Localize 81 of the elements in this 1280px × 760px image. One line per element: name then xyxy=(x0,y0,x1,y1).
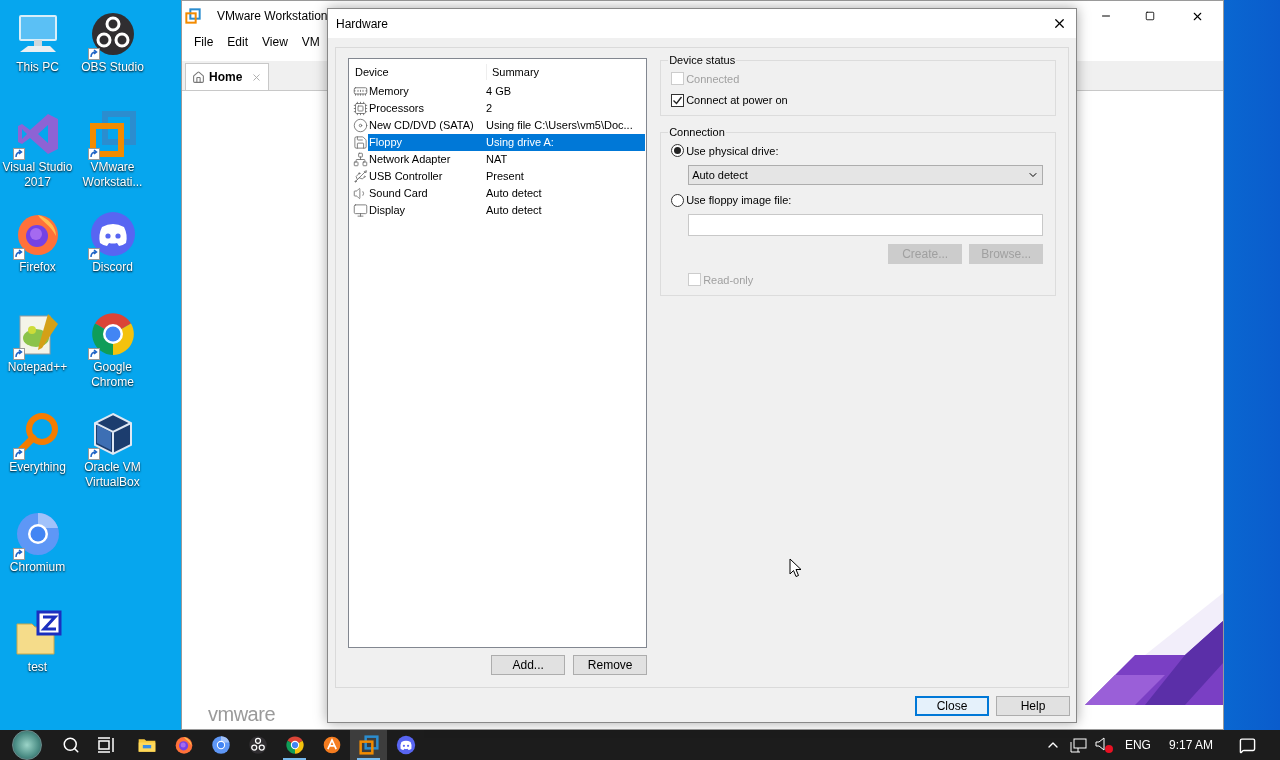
task-view-icon[interactable] xyxy=(97,737,115,753)
menu-item[interactable]: File xyxy=(194,33,214,51)
device-summary: Auto detect xyxy=(486,186,542,202)
network-icon[interactable] xyxy=(1069,737,1087,753)
dialog-button[interactable]: Add... xyxy=(491,655,566,675)
home-icon xyxy=(192,70,205,84)
dialog-button[interactable]: Help xyxy=(996,696,1070,716)
tab-label: Home xyxy=(209,69,243,86)
device-name: Processors xyxy=(368,101,426,117)
squares-icon xyxy=(358,735,379,755)
drive-dropdown[interactable]: Auto detect xyxy=(688,165,1044,185)
browser-icon xyxy=(210,735,231,755)
device-summary: NAT xyxy=(486,152,508,168)
device-name: New CD/DVD (SATA) xyxy=(368,118,475,134)
ring-icon xyxy=(247,735,268,755)
speaker-icon[interactable] xyxy=(1094,737,1107,751)
chrome-icon xyxy=(284,735,305,755)
device-row[interactable]: Floppy Using drive A: xyxy=(368,134,646,151)
game-controller-icon[interactable] xyxy=(88,210,137,258)
muted-badge-icon xyxy=(1104,745,1113,753)
device-row[interactable]: USB Controller Present xyxy=(368,168,646,185)
triangle-logo-icon xyxy=(321,735,342,755)
network-icon xyxy=(353,152,368,167)
device-summary: Using file C:\Users\vm5\Doc... xyxy=(486,118,633,134)
device-row[interactable]: Processors 2 xyxy=(368,100,646,117)
column-header[interactable]: Summary xyxy=(487,63,540,81)
device-summary: Using drive A: xyxy=(486,135,554,151)
group-title: Device status xyxy=(668,53,737,68)
fox-icon xyxy=(173,735,194,755)
device-name: USB Controller xyxy=(368,169,444,185)
chip-icon xyxy=(353,101,368,116)
menu-item[interactable]: View xyxy=(262,33,288,51)
device-summary: Auto detect xyxy=(486,203,542,219)
device-summary: Present xyxy=(486,169,524,185)
disc-icon xyxy=(353,118,368,133)
group-title: Connection xyxy=(668,125,726,140)
usb-icon xyxy=(353,169,368,184)
clock[interactable]: 9:17 AM xyxy=(1168,736,1213,754)
device-row[interactable]: Sound Card Auto detect xyxy=(368,185,646,202)
maximize-icon[interactable] xyxy=(1145,11,1155,21)
device-name: Memory xyxy=(368,84,410,100)
device-row[interactable]: New CD/DVD (SATA) Using file C:\Users\vm5\Doc... xyxy=(368,117,646,134)
device-summary: 4 GB xyxy=(486,84,512,100)
dialog-button[interactable]: Remove xyxy=(573,655,648,675)
monitor-icon xyxy=(353,203,368,218)
column-header[interactable]: Device xyxy=(353,63,487,81)
running-indicator xyxy=(283,758,306,760)
tab[interactable]: Home xyxy=(185,63,269,90)
checkbox-label[interactable]: Connect at power on xyxy=(686,92,788,109)
radio-label[interactable]: Use physical drive: xyxy=(686,142,779,159)
language-indicator[interactable]: ENG xyxy=(1124,736,1151,754)
radio-button[interactable] xyxy=(671,144,685,158)
device-row[interactable]: Memory 4 GB xyxy=(368,83,646,100)
app-icon xyxy=(185,8,201,24)
device-name: Sound Card xyxy=(368,186,429,202)
dialog-button[interactable]: Close xyxy=(915,696,989,716)
dialog-title: Hardware xyxy=(336,15,389,33)
game-controller-icon xyxy=(395,735,416,755)
device-name: Floppy xyxy=(368,135,404,151)
device-row[interactable]: Network Adapter NAT xyxy=(368,151,646,168)
running-indicator xyxy=(357,758,380,760)
squares-icon[interactable] xyxy=(88,110,137,158)
memory-icon xyxy=(353,84,368,99)
device-name: Network Adapter xyxy=(368,152,452,168)
checkbox[interactable] xyxy=(671,93,685,107)
menu-item[interactable]: VM xyxy=(301,33,320,51)
radio-label[interactable]: Use floppy image file: xyxy=(686,192,792,209)
image-file-field[interactable] xyxy=(688,213,1044,236)
device-row[interactable]: Display Auto detect xyxy=(368,202,646,219)
device-summary: 2 xyxy=(486,101,493,117)
search-icon[interactable] xyxy=(62,736,80,754)
device-name: Display xyxy=(368,203,407,219)
menu-item[interactable]: Edit xyxy=(227,33,249,51)
window-title: VMware Workstation xyxy=(217,8,328,25)
floppy-icon xyxy=(353,135,368,150)
mouse-pointer-icon xyxy=(789,558,802,578)
vmware-logo: vmware xyxy=(208,702,275,727)
close-icon[interactable] xyxy=(1052,16,1067,31)
radio-button[interactable] xyxy=(671,193,685,207)
folder-icon[interactable] xyxy=(13,610,62,658)
notification-icon[interactable] xyxy=(1239,736,1256,754)
